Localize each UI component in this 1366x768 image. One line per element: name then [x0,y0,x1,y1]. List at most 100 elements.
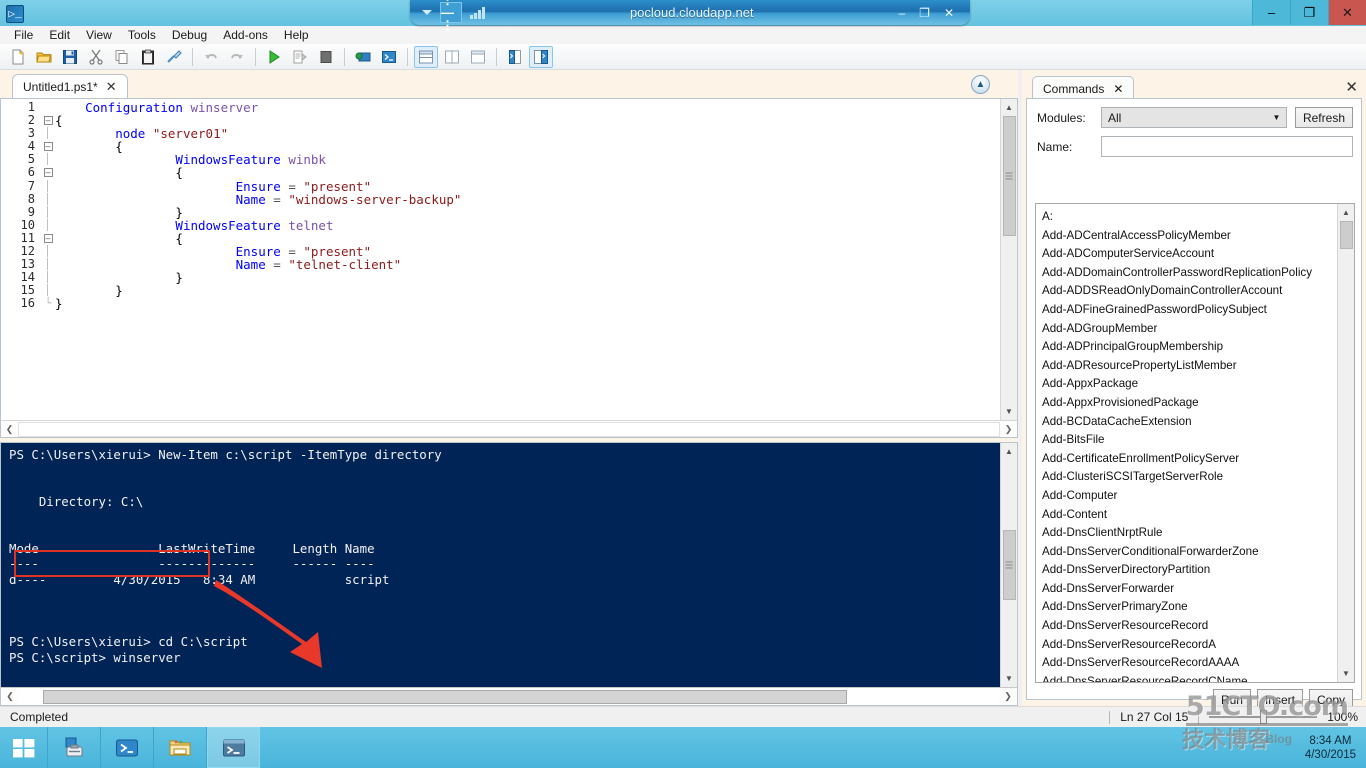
paste-icon[interactable] [136,46,160,68]
copy-icon[interactable] [110,46,134,68]
commands-list-scrollbar[interactable]: ▲ ▼ [1337,204,1354,682]
show-script-pane-top-icon[interactable] [414,45,438,68]
command-list-item[interactable]: Add-ADComputerServiceAccount [1042,245,1336,264]
stop-operation-icon[interactable] [314,46,338,68]
show-script-pane-maximized-icon[interactable] [466,46,490,68]
command-list-item[interactable]: Add-DnsServerResourceRecordCName [1042,673,1336,682]
chevron-down-icon[interactable]: ▼ [1267,108,1286,127]
command-list-item[interactable]: Add-ADResourcePropertyListMember [1042,357,1336,376]
close-icon[interactable]: ✕ [1345,78,1358,96]
rdp-close-button[interactable]: ✕ [944,6,954,20]
command-list-item[interactable]: Add-DnsServerDirectoryPartition [1042,561,1336,580]
taskbar-powershell[interactable] [101,727,154,768]
undo-icon[interactable] [199,46,223,68]
command-list-item[interactable]: Add-ADDSReadOnlyDomainControllerAccount [1042,282,1336,301]
command-list-item[interactable]: Add-CertificateEnrollmentPolicyServer [1042,450,1336,469]
refresh-button[interactable]: Refresh [1294,107,1353,128]
command-list-item[interactable]: Add-DnsClientNrptRule [1042,524,1336,543]
scroll-up-icon[interactable]: ▲ [1000,443,1017,460]
command-list-item[interactable]: Add-ADFineGrainedPasswordPolicySubject [1042,301,1336,320]
editor-vertical-scrollbar[interactable]: ▲ ▼ [1000,99,1017,420]
commands-list[interactable]: A: Add-ADCentralAccessPolicyMember Add-ADC… [1035,203,1355,683]
fold-toggle-icon[interactable]: – [41,140,55,153]
save-icon[interactable] [58,46,82,68]
pin-icon[interactable]: ⋮—⋮ [440,0,462,32]
zoom-slider-track[interactable] [1209,716,1260,718]
command-list-item[interactable]: Add-DnsServerResourceRecord [1042,617,1336,636]
scroll-down-icon[interactable]: ▼ [1000,403,1017,420]
zoom-slider-track[interactable] [1266,716,1318,718]
command-list-item[interactable]: Add-DnsServerResourceRecordAAAA [1042,654,1336,673]
commands-scroll-thumb[interactable] [1339,221,1353,249]
command-list-item[interactable]: Add-Computer [1042,487,1336,506]
show-script-pane-right-icon[interactable] [440,46,464,68]
console-pane[interactable]: PS C:\Users\xierui> New-Item c:\script -… [0,442,1018,706]
windows-start-icon[interactable] [0,727,48,768]
scroll-left-icon[interactable]: ❮ [1,421,18,438]
minimize-button[interactable]: – [1252,0,1290,25]
restore-button[interactable]: ❐ [1290,0,1328,25]
fold-toggle-icon[interactable]: – [41,166,55,179]
chevron-up-icon[interactable]: ▲ [971,75,990,94]
tab-commands[interactable]: Commands ✕ [1032,76,1135,100]
menu-file[interactable]: File [6,27,41,43]
scroll-right-icon[interactable]: ❯ [999,688,1017,706]
editor-hscroll-track[interactable] [18,421,1000,437]
fold-toggle-icon[interactable]: – [41,114,55,127]
menu-addons[interactable]: Add-ons [215,27,276,43]
zoom-slider-knob[interactable] [1259,710,1267,724]
taskbar-server-manager[interactable] [48,727,101,768]
run-script-icon[interactable] [262,46,286,68]
command-list-item[interactable]: Add-Content [1042,506,1336,525]
menu-view[interactable]: View [78,27,120,43]
taskbar-powershell-ise[interactable] [207,727,260,768]
show-command-pane-icon[interactable] [503,46,527,68]
open-script-icon[interactable] [32,46,56,68]
scroll-down-icon[interactable]: ▼ [1000,670,1017,687]
scroll-up-icon[interactable]: ▲ [1337,204,1354,221]
console-hscroll-thumb[interactable] [43,689,847,704]
rdp-minimize-button[interactable]: – [898,6,905,20]
menu-tools[interactable]: Tools [120,27,164,43]
new-powershell-tab-icon[interactable] [377,46,401,68]
command-list-item[interactable]: Add-ADCentralAccessPolicyMember [1042,227,1336,246]
command-list-item[interactable]: Add-ADGroupMember [1042,320,1336,339]
command-list-item[interactable]: Add-DnsServerResourceRecordA [1042,636,1336,655]
command-list-item[interactable]: Add-ADDomainControllerPasswordReplicatio… [1042,264,1336,283]
cut-icon[interactable] [84,46,108,68]
script-tab-untitled1[interactable]: Untitled1.ps1* ✕ [12,74,128,98]
command-list-item[interactable]: Add-DnsServerForwarder [1042,580,1336,599]
command-list-item[interactable]: Add-ADPrincipalGroupMembership [1042,338,1336,357]
scroll-left-icon[interactable]: ❮ [1,688,19,706]
run-selection-icon[interactable] [288,46,312,68]
show-commands-addon-icon[interactable] [529,45,553,68]
command-list-item[interactable]: Add-BitsFile [1042,431,1336,450]
fold-toggle-icon[interactable]: – [41,232,55,245]
close-icon[interactable]: ✕ [106,80,117,93]
new-script-icon[interactable] [6,46,30,68]
name-input[interactable] [1101,136,1353,157]
new-remote-powershell-tab-icon[interactable] [351,46,375,68]
menu-debug[interactable]: Debug [164,27,215,43]
menu-help[interactable]: Help [276,27,317,43]
zoom-slider[interactable] [1209,710,1318,724]
editor-scroll-thumb[interactable] [1002,116,1016,236]
script-code[interactable]: 1 Configuration winserver 2–{3 │ node "ser… [1,100,999,419]
command-list-item[interactable]: Add-BCDataCacheExtension [1042,413,1336,432]
scroll-up-icon[interactable]: ▲ [1000,99,1017,116]
console-vertical-scrollbar[interactable]: ▲ ▼ [1000,443,1017,687]
command-list-item[interactable]: Add-ClusteriSCSITargetServerRole [1042,468,1336,487]
close-icon[interactable]: ✕ [1113,82,1123,96]
clear-console-icon[interactable] [162,46,186,68]
script-editor-pane[interactable]: 1 Configuration winserver 2–{3 │ node "ser… [0,98,1018,438]
command-list-item[interactable]: Add-DnsServerPrimaryZone [1042,598,1336,617]
scroll-right-icon[interactable]: ❯ [1000,421,1017,438]
rdp-connection-bar[interactable]: ⋮—⋮ pocloud.cloudapp.net – ❐ ✕ [410,0,970,32]
scroll-down-icon[interactable]: ▼ [1337,665,1354,682]
modules-select[interactable]: All ▼ [1101,107,1287,128]
taskbar-clock[interactable]: 8:34 AM 4/30/2015 [1305,734,1356,762]
command-list-item[interactable]: Add-AppxPackage [1042,375,1336,394]
rdp-restore-button[interactable]: ❐ [919,6,930,20]
taskbar-file-explorer[interactable] [154,727,207,768]
chevron-down-icon[interactable] [422,10,432,15]
